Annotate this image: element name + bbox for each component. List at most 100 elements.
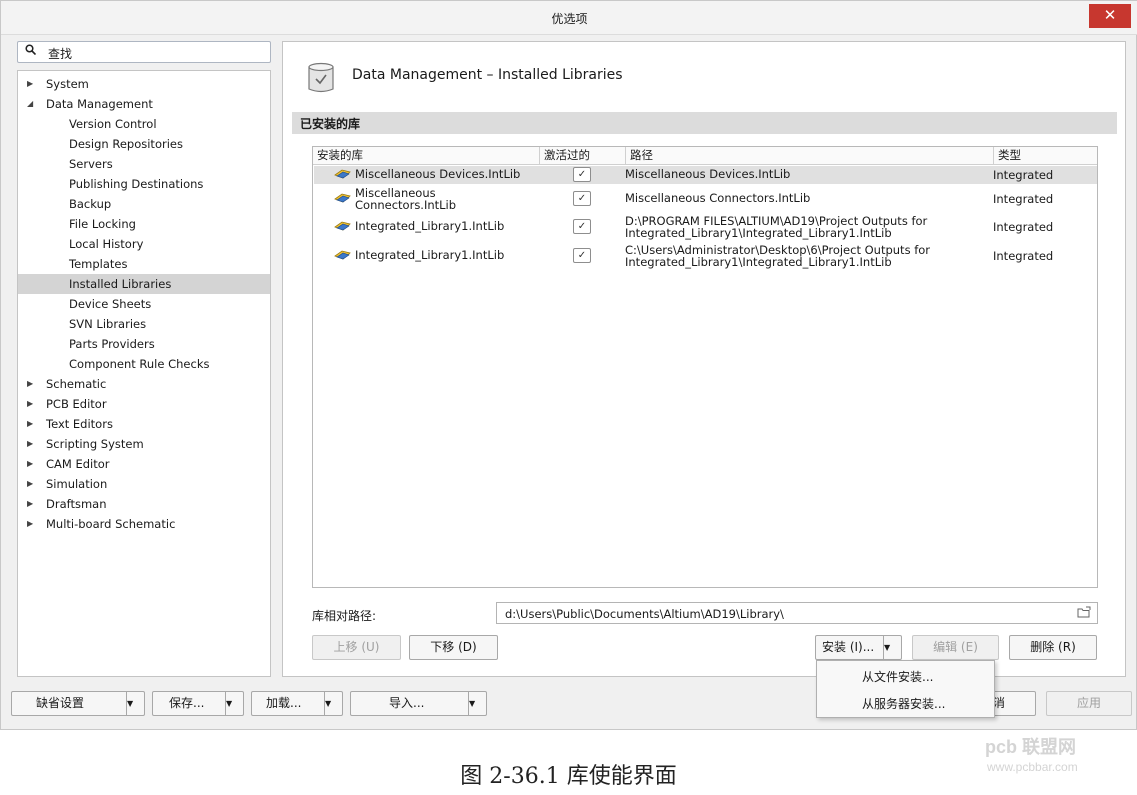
- search-label: 查找: [48, 47, 73, 61]
- defaults-button[interactable]: 缺省设置 ▼: [11, 691, 145, 716]
- library-icon: [334, 169, 351, 179]
- relative-path-input[interactable]: d:\Users\Public\Documents\Altium\AD19\Li…: [496, 602, 1098, 624]
- title-bar: 优选项 ✕: [1, 1, 1137, 35]
- install-button[interactable]: 安装 (I)... ▼: [815, 635, 902, 660]
- tree-item-label: Installed Libraries: [69, 277, 172, 291]
- activated-checkbox[interactable]: ✓: [573, 248, 591, 263]
- library-path-line: Integrated_Library1\Integrated_Library1.…: [625, 226, 892, 240]
- table-row[interactable]: Miscellaneous Connectors.IntLib ✓ Miscellan…: [314, 186, 1097, 212]
- tree-item-scripting-system[interactable]: ▶ Scripting System: [18, 434, 270, 454]
- chevron-down-icon[interactable]: ▼: [468, 692, 486, 715]
- chevron-down-icon[interactable]: ▼: [324, 692, 342, 715]
- relative-path-value: d:\Users\Public\Documents\Altium\AD19\Li…: [505, 607, 784, 621]
- library-name-line: Integrated_Library1.IntLib: [355, 219, 505, 233]
- chevron-down-icon[interactable]: ▼: [225, 692, 243, 715]
- library-path-line: Integrated_Library1\Integrated_Library1.…: [625, 255, 892, 269]
- tree-item-device-sheets[interactable]: Device Sheets: [18, 294, 270, 314]
- tree-item-label: PCB Editor: [46, 397, 107, 411]
- table-row[interactable]: Miscellaneous Devices.IntLib ✓ Miscellaneo…: [314, 166, 1097, 184]
- remove-button[interactable]: 删除 (R): [1009, 635, 1097, 660]
- tree-item-schematic[interactable]: ▶ Schematic: [18, 374, 270, 394]
- library-type: Integrated: [993, 249, 1054, 263]
- column-header-library[interactable]: 安装的库: [313, 147, 539, 165]
- import-button[interactable]: 导入... ▼: [350, 691, 487, 716]
- collapse-icon[interactable]: ◢: [27, 94, 33, 114]
- tree-item-label: Draftsman: [46, 497, 107, 511]
- library-type: Integrated: [993, 192, 1054, 206]
- library-path: C:\Users\Administrator\Desktop\6\Project…: [625, 244, 930, 268]
- menu-item-install-from-server[interactable]: 从服务器安装...: [862, 695, 945, 712]
- tree-item-label: File Locking: [69, 217, 136, 231]
- tree-item-local-history[interactable]: Local History: [18, 234, 270, 254]
- save-button[interactable]: 保存... ▼: [152, 691, 244, 716]
- tree-item-design-repositories[interactable]: Design Repositories: [18, 134, 270, 154]
- table-row[interactable]: Integrated_Library1.IntLib ✓ C:\Users\Admi…: [314, 242, 1097, 270]
- expand-icon[interactable]: ▶: [27, 434, 33, 454]
- tree-item-publishing-destinations[interactable]: Publishing Destinations: [18, 174, 270, 194]
- tree-item-component-rule-checks[interactable]: Component Rule Checks: [18, 354, 270, 374]
- activated-checkbox[interactable]: ✓: [573, 219, 591, 234]
- expand-icon[interactable]: ▶: [27, 394, 33, 414]
- tree-item-label: SVN Libraries: [69, 317, 147, 331]
- tree-item-label: Local History: [69, 237, 144, 251]
- column-header-path[interactable]: 路径: [625, 147, 993, 165]
- activated-checkbox[interactable]: ✓: [573, 167, 591, 182]
- tree-item-svn-libraries[interactable]: SVN Libraries: [18, 314, 270, 334]
- expand-icon[interactable]: ▶: [27, 414, 33, 434]
- expand-icon[interactable]: ▶: [27, 374, 33, 394]
- library-name-line: Miscellaneous Devices.IntLib: [355, 167, 521, 181]
- expand-icon[interactable]: ▶: [27, 494, 33, 514]
- browse-folder-icon[interactable]: [1077, 606, 1091, 618]
- tree-item-system[interactable]: ▶ System: [18, 74, 270, 94]
- library-icon: [334, 221, 351, 231]
- chevron-down-icon[interactable]: ▼: [126, 692, 144, 715]
- section-title: 已安装的库: [300, 117, 361, 131]
- column-header-activated[interactable]: 激活过的: [539, 147, 625, 165]
- tree-item-data-management[interactable]: ◢ Data Management: [18, 94, 270, 114]
- tree-item-version-control[interactable]: Version Control: [18, 114, 270, 134]
- tree-item-label: Device Sheets: [69, 297, 152, 311]
- library-icon: [334, 250, 351, 260]
- tree-item-label: Scripting System: [46, 437, 144, 451]
- library-name: Integrated_Library1.IntLib: [355, 249, 504, 261]
- tree-item-draftsman[interactable]: ▶ Draftsman: [18, 494, 270, 514]
- library-name: Miscellaneous Connectors.IntLib: [355, 187, 456, 211]
- tree-item-file-locking[interactable]: File Locking: [18, 214, 270, 234]
- tree-item-installed-libraries[interactable]: Installed Libraries: [18, 274, 270, 294]
- library-type: Integrated: [993, 168, 1054, 182]
- expand-icon[interactable]: ▶: [27, 514, 33, 534]
- library-name: Miscellaneous Devices.IntLib: [355, 168, 520, 180]
- activated-checkbox[interactable]: ✓: [573, 191, 591, 206]
- relative-path-label: 库相对路径:: [312, 609, 377, 623]
- tree-item-text-editors[interactable]: ▶ Text Editors: [18, 414, 270, 434]
- apply-button[interactable]: 应用: [1046, 691, 1132, 716]
- close-button[interactable]: ✕: [1089, 4, 1131, 28]
- content-panel: Data Management – Installed Libraries 已安…: [282, 41, 1126, 677]
- tree-item-templates[interactable]: Templates: [18, 254, 270, 274]
- expand-icon[interactable]: ▶: [27, 474, 33, 494]
- tree-item-label: Text Editors: [46, 417, 113, 431]
- watermark-url: www.pcbbar.com: [987, 760, 1078, 774]
- installed-libraries-table: 安装的库 激活过的 路径 类型 Miscellaneous Devices.In…: [312, 146, 1098, 588]
- chevron-down-icon[interactable]: ▼: [883, 636, 901, 659]
- move-down-button[interactable]: 下移 (D): [409, 635, 498, 660]
- tree-item-label: Version Control: [69, 117, 157, 131]
- column-header-type[interactable]: 类型: [993, 147, 1097, 165]
- table-row[interactable]: Integrated_Library1.IntLib ✓ D:\PROGRAM FI…: [314, 213, 1097, 241]
- expand-icon[interactable]: ▶: [27, 74, 33, 94]
- load-button[interactable]: 加载... ▼: [251, 691, 343, 716]
- expand-icon[interactable]: ▶: [27, 454, 33, 474]
- library-path: D:\PROGRAM FILES\ALTIUM\AD19\Project Out…: [625, 215, 927, 239]
- tree-item-pcb-editor[interactable]: ▶ PCB Editor: [18, 394, 270, 414]
- tree-item-simulation[interactable]: ▶ Simulation: [18, 474, 270, 494]
- move-up-button[interactable]: 上移 (U): [312, 635, 401, 660]
- install-button-label: 安装 (I)...: [822, 640, 875, 654]
- tree-item-cam-editor[interactable]: ▶ CAM Editor: [18, 454, 270, 474]
- tree-item-servers[interactable]: Servers: [18, 154, 270, 174]
- menu-item-install-from-file[interactable]: 从文件安装...: [862, 668, 933, 685]
- tree-item-backup[interactable]: Backup: [18, 194, 270, 214]
- tree-item-multi-board-schematic[interactable]: ▶ Multi-board Schematic: [18, 514, 270, 534]
- tree-item-parts-providers[interactable]: Parts Providers: [18, 334, 270, 354]
- search-input[interactable]: 查找: [17, 41, 271, 63]
- edit-button[interactable]: 编辑 (E): [912, 635, 999, 660]
